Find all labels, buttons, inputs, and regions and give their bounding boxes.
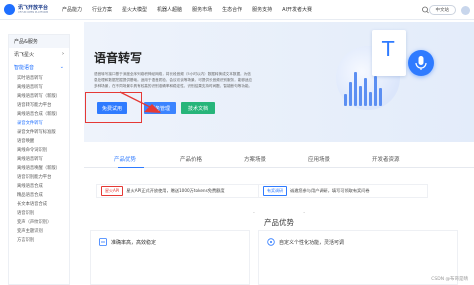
tab-advantages[interactable]: 产品优势: [114, 155, 136, 163]
tab-solutions[interactable]: 方案场景: [244, 155, 266, 163]
sidebar-item[interactable]: 语音识别: [9, 209, 69, 218]
sidebar-head: 产品&服务: [9, 35, 69, 48]
highlight-box: [85, 92, 142, 123]
sidebar-item[interactable]: 语音唤醒: [9, 137, 69, 146]
sidebar-group-voice[interactable]: 智能语音 ⌄: [9, 61, 69, 74]
tab-pricing[interactable]: 产品价格: [180, 155, 202, 163]
sidebar-item[interactable]: 语音识别能力平台: [9, 173, 69, 182]
advantage-card: 自定义个性化功能，灵活可调: [258, 230, 458, 285]
nav-item[interactable]: 星火大模型: [122, 6, 147, 13]
watermark: CSDN @布哥是晴: [431, 277, 468, 282]
promo-spark[interactable]: 星火API 星火API正式开放使用，赠送1000万tokens免费额度: [96, 184, 266, 198]
advantages-section: · 产品优势 ·: [84, 200, 474, 227]
nav-item[interactable]: 生态合作: [222, 6, 242, 13]
language-switch[interactable]: 中文站: [428, 5, 456, 15]
nav-item[interactable]: 行业方案: [92, 6, 112, 13]
logo[interactable]: 讯飞开放平台 XFYUN OPEN PLATFORM: [4, 4, 56, 15]
nav-item[interactable]: 服务市场: [192, 6, 212, 13]
sidebar-item[interactable]: 离线语音合成: [9, 182, 69, 191]
logo-icon: [4, 4, 15, 15]
text-document-icon: T: [372, 30, 406, 76]
promo-badge: 星火API: [101, 186, 124, 196]
page: 讯飞开放平台 XFYUN OPEN PLATFORM 产品能力 行业方案 星火大模型…: [0, 0, 474, 285]
sidebar-group-label: 讯飞星火: [14, 52, 35, 58]
tech-docs-button[interactable]: 技术文档: [181, 102, 215, 114]
sidebar-item[interactable]: 离线命令词识别: [9, 146, 69, 155]
avatar[interactable]: [461, 5, 470, 15]
nav-item[interactable]: 机器人超脑: [157, 6, 182, 13]
service-manage-button[interactable]: 服务管理: [144, 102, 176, 114]
page-title: 语音转写: [94, 51, 143, 65]
top-nav: 讯飞开放平台 XFYUN OPEN PLATFORM 产品能力 行业方案 星火大模型…: [0, 0, 474, 20]
sidebar-item[interactable]: 离线语音合成（新版）: [9, 110, 69, 119]
sidebar-group-label: 智能语音: [14, 65, 35, 71]
promo-survey[interactable]: 有奖调研 诚邀您参与用户调研，填写可领取有奖问卷: [258, 184, 428, 198]
sidebar-group-spark[interactable]: 讯飞星火 ›: [9, 48, 69, 61]
promo-text: 诚邀您参与用户调研，填写可领取有奖问卷: [290, 188, 370, 193]
sidebar-item[interactable]: 离线语音听写: [9, 83, 69, 92]
section-title: 产品优势: [264, 218, 294, 227]
sidebar-item[interactable]: 长文本语音合成: [9, 200, 69, 209]
decor-dot-icon: ·: [252, 210, 255, 217]
advantage-card: 准确率高，高效稳定: [90, 230, 250, 285]
tab-scenarios[interactable]: 应用场景: [308, 155, 330, 163]
nav-item[interactable]: 产品能力: [62, 6, 82, 13]
sidebar: 产品&服务 讯飞星火 › 智能语音 ⌄ 实时语音转写 离线语音听写 离线语音转写（新…: [8, 34, 70, 285]
promo-badge: 有奖调研: [263, 186, 287, 196]
chevron-right-icon: ›: [62, 51, 64, 57]
sidebar-item[interactable]: 方言识别: [9, 236, 69, 245]
accuracy-icon: [99, 238, 107, 246]
sidebar-item[interactable]: 离线语音转写: [9, 155, 69, 164]
decor-dot-icon: ·: [303, 210, 306, 217]
microphone-icon: [408, 50, 434, 76]
sidebar-item[interactable]: 录音文件转写: [9, 119, 69, 128]
sidebar-item[interactable]: 语音转写能力平台: [9, 101, 69, 110]
hero-illustration: T: [330, 22, 474, 142]
advantage-label: 准确率高，高效稳定: [111, 240, 157, 246]
customize-icon: [267, 238, 275, 246]
sidebar-item[interactable]: 离线语音唤醒（新版）: [9, 164, 69, 173]
chevron-down-icon: ⌄: [59, 64, 64, 70]
tab-active-indicator: [118, 166, 144, 168]
nav-item[interactable]: 服务支持: [252, 6, 272, 13]
tab-developer[interactable]: 开发者资源: [372, 155, 400, 163]
advantage-label: 自定义个性化功能，灵活可调: [279, 240, 345, 246]
brand-sub: XFYUN OPEN PLATFORM: [18, 11, 49, 14]
sidebar-item[interactable]: 变声（声纹识别）: [9, 218, 69, 227]
sidebar-item[interactable]: 实时语音转写: [9, 74, 69, 83]
promo-bar: 星火API 星火API正式开放使用，赠送1000万tokens免费额度 有奖调研…: [96, 184, 470, 198]
promo-text: 星火API正式开放使用，赠送1000万tokens免费额度: [126, 188, 225, 193]
sidebar-item-list: 实时语音转写 离线语音听写 离线语音转写（新版） 语音转写能力平台 离线语音合成（新版）…: [9, 74, 69, 245]
sidebar-item[interactable]: 离线语音转写（新版）: [9, 92, 69, 101]
sidebar-item[interactable]: 精品语音合成: [9, 191, 69, 200]
nav-item[interactable]: AI开发者大赛: [282, 6, 312, 13]
sidebar-item[interactable]: 变声主题识别: [9, 227, 69, 236]
sidebar-item[interactable]: 录音文件转写标准版: [9, 128, 69, 137]
product-tabs: 产品优势 产品价格 方案场景 应用场景 开发者资源: [84, 150, 474, 168]
hero-description: 语音转写接口基于深度全序列卷积神经网络，将长段音频（5小时以内）数据转换成文本数…: [94, 72, 253, 88]
nav-menu: 产品能力 行业方案 星火大模型 机器人超脑 服务市场 生态合作 服务支持 AI开发者大赛: [62, 6, 322, 13]
